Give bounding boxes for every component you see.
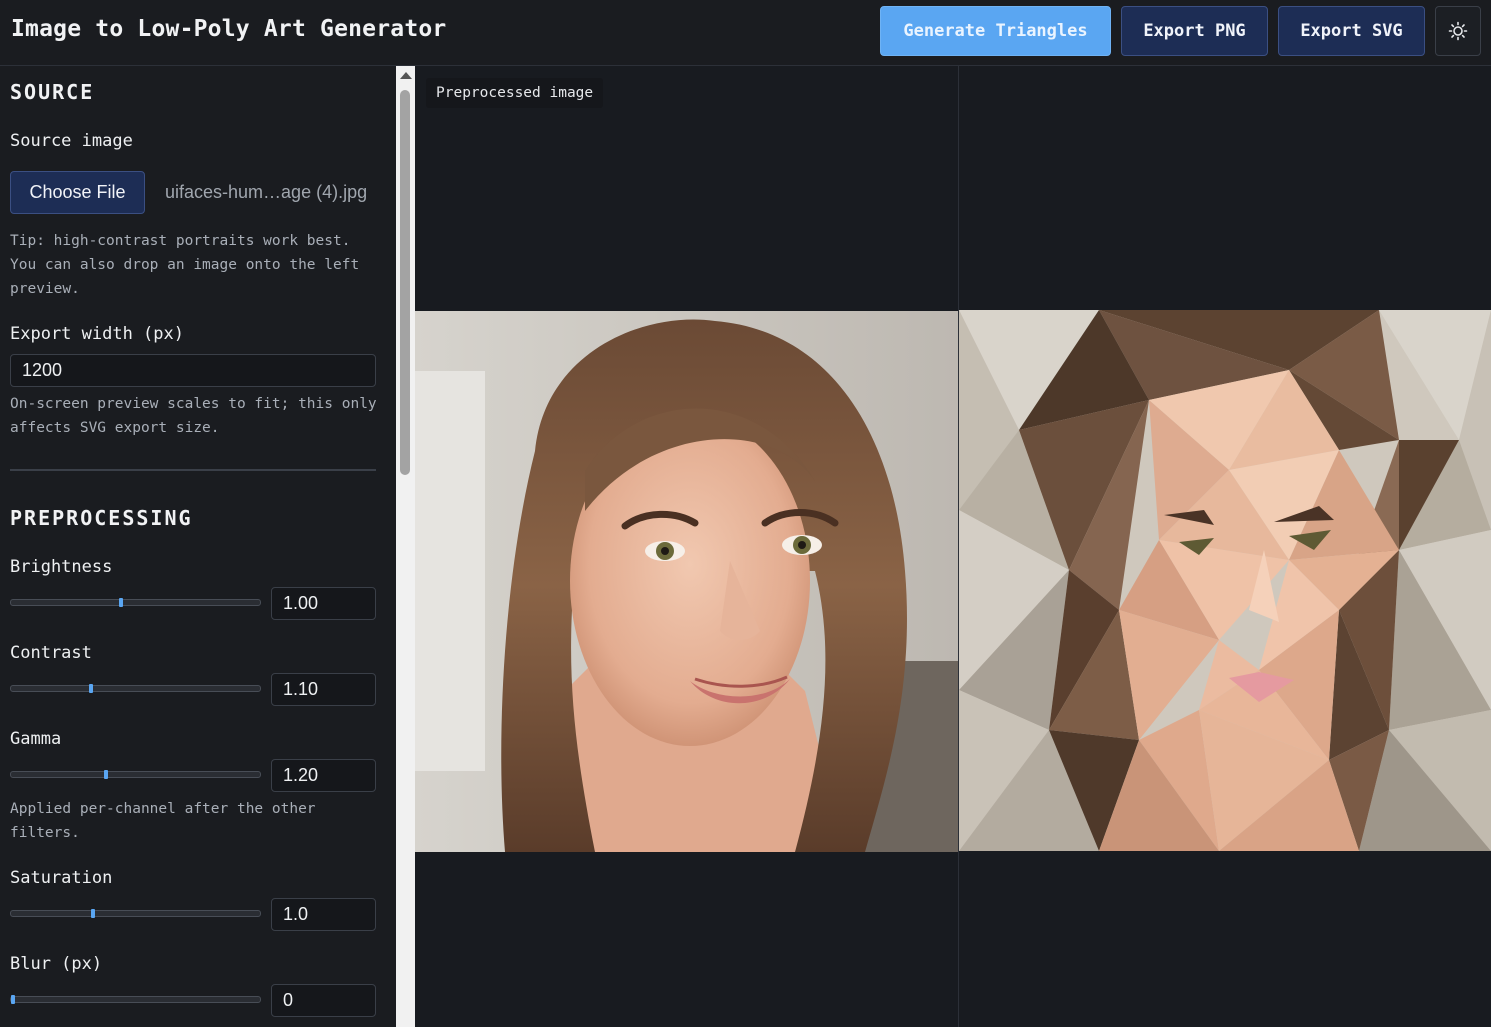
contrast-label: Contrast — [10, 643, 92, 663]
export-png-button[interactable]: Export PNG — [1121, 6, 1268, 56]
export-width-hint: On-screen preview scales to fit; this on… — [10, 396, 377, 436]
brightness-slider[interactable] — [10, 598, 261, 607]
scrollbar-thumb[interactable] — [400, 90, 410, 475]
brightness-slider-thumb[interactable] — [119, 598, 123, 607]
top-bar: Image to Low-Poly Art Generator Generate… — [0, 0, 1491, 66]
gamma-input[interactable]: 1.20 — [271, 759, 376, 792]
source-heading: SOURCE — [10, 80, 95, 104]
blur-label: Blur (px) — [10, 954, 103, 974]
export-width-input[interactable]: 1200 — [10, 354, 376, 387]
contrast-input[interactable]: 1.10 — [271, 673, 376, 706]
gamma-slider-thumb[interactable] — [104, 770, 108, 779]
section-divider — [10, 469, 376, 471]
settings-sidebar: SOURCE Source image Choose File uifaces-… — [0, 66, 396, 1027]
source-tip: Tip: high-contrast portraits work best. … — [10, 233, 360, 297]
selected-file-name: uifaces-hum…age (4).jpg — [165, 182, 368, 202]
saturation-label: Saturation — [10, 868, 113, 888]
gamma-slider[interactable] — [10, 770, 261, 779]
low-poly-output-preview[interactable] — [959, 310, 1491, 851]
contrast-slider-thumb[interactable] — [89, 684, 93, 693]
brightness-input[interactable]: 1.00 — [271, 587, 376, 620]
blur-input[interactable]: 0 — [271, 984, 376, 1017]
preview-area: Preprocessed image — [415, 66, 1491, 1027]
preprocessed-image-preview[interactable] — [415, 311, 958, 852]
scroll-up-arrow-icon[interactable] — [400, 72, 412, 79]
generate-triangles-button[interactable]: Generate Triangles — [880, 6, 1111, 56]
sidebar-scrollbar[interactable] — [396, 66, 415, 1027]
sun-icon — [1448, 21, 1468, 41]
export-width-label: Export width (px) — [10, 324, 184, 344]
blur-slider-thumb[interactable] — [11, 995, 15, 1004]
saturation-input[interactable]: 1.0 — [271, 898, 376, 931]
saturation-slider-thumb[interactable] — [91, 909, 95, 918]
contrast-slider[interactable] — [10, 684, 261, 693]
theme-toggle-button[interactable] — [1435, 6, 1481, 56]
blur-slider[interactable] — [10, 995, 261, 1004]
choose-file-button[interactable]: Choose File — [10, 171, 145, 214]
saturation-slider[interactable] — [10, 909, 261, 918]
export-svg-button[interactable]: Export SVG — [1278, 6, 1425, 56]
source-image-label: Source image — [10, 131, 133, 151]
gamma-label: Gamma — [10, 729, 62, 749]
brightness-label: Brightness — [10, 557, 113, 577]
preprocessing-heading: PREPROCESSING — [10, 506, 193, 530]
gamma-hint: Applied per-channel after the other filt… — [10, 801, 316, 841]
preprocessed-image-label: Preprocessed image — [426, 78, 604, 108]
app-title: Image to Low-Poly Art Generator — [11, 16, 447, 42]
